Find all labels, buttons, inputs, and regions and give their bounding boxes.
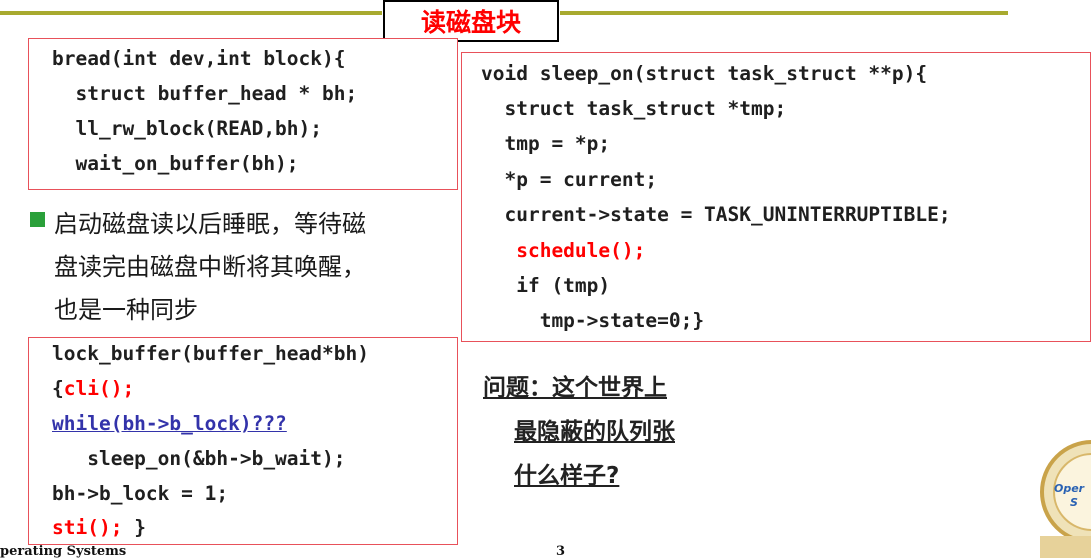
sleep-on-code-line: void sleep_on(struct task_struct **p){ (481, 62, 928, 85)
bullet-text-line: 也是一种同步 (54, 296, 198, 324)
cli-call: cli(); (63, 377, 135, 400)
bread-code-line: struct buffer_head * bh; (52, 82, 358, 105)
sleep-on-code-line: tmp->state=0;} (481, 309, 705, 332)
bullet-square-icon (30, 212, 45, 227)
lock-buffer-signature: lock_buffer(buffer_head*bh) (52, 342, 369, 365)
bullet-text-line: 启动磁盘读以后睡眠，等待磁 (54, 210, 366, 238)
footer-course-name: perating Systems (0, 544, 127, 559)
svg-text:S: S (1070, 496, 1078, 509)
lock-buffer-code-box (28, 337, 458, 545)
bread-code-line: ll_rw_block(READ,bh); (52, 117, 323, 140)
open-brace: { (52, 377, 64, 400)
question-line: 最隐蔽的队列张 (514, 419, 675, 445)
operating-systems-logo-icon: Oper S (1040, 440, 1091, 558)
while-lock-link[interactable]: while(bh->b_lock)??? (52, 412, 287, 435)
sleep-on-code-line: *p = current; (481, 168, 658, 191)
set-lock-line: bh->b_lock = 1; (52, 482, 229, 505)
sleep-on-code-box (461, 52, 1091, 342)
bullet-text-line: 盘读完由磁盘中断将其唤醒， (54, 253, 366, 281)
sleep-on-code-line: tmp = *p; (481, 132, 611, 155)
question-line: 什么样子? (514, 463, 620, 489)
svg-text:Oper: Oper (1054, 482, 1085, 495)
sleep-on-call-line: sleep_on(&bh->b_wait); (52, 447, 346, 470)
sleep-on-code-line: struct task_struct *tmp; (481, 97, 787, 120)
header-rule-right (560, 11, 1008, 15)
bread-code-line: bread(int dev,int block){ (52, 47, 346, 70)
lock-buffer-cli-line: {cli(); (52, 377, 134, 400)
sleep-on-code-line: if (tmp) (481, 274, 611, 297)
page-number: 3 (556, 544, 566, 559)
slide-title: 读磁盘块 (383, 0, 559, 42)
bread-code-line: wait_on_buffer(bh); (52, 152, 299, 175)
sleep-on-code-line: current->state = TASK_UNINTERRUPTIBLE; (481, 203, 951, 226)
question-line: 问题：这个世界上 (483, 375, 667, 401)
close-brace: } (122, 516, 146, 539)
header-rule-left (0, 11, 382, 15)
schedule-call-line: schedule(); (481, 239, 646, 262)
lock-buffer-sti-line: sti(); } (52, 516, 146, 539)
sti-call: sti(); (52, 516, 123, 539)
